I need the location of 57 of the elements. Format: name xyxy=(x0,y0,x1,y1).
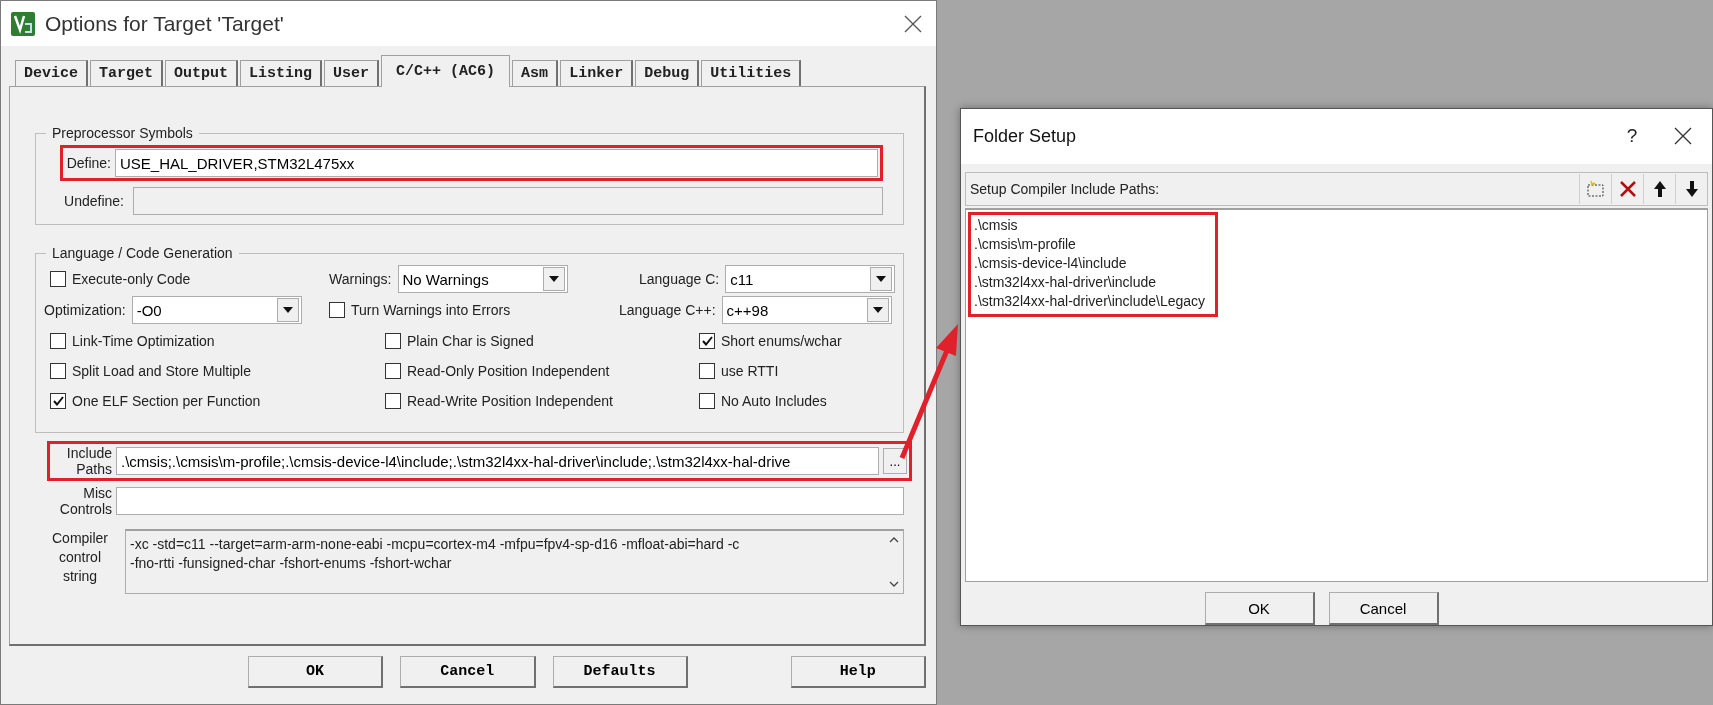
compiler-string-box[interactable]: -xc -std=c11 --target=arm-arm-none-eabi -mcpu=cortex-m4 -mfpu=fpv4-sp-d16 -mfloat-abi=hard -c -fno-rtti -funsigned-char -fshort-enums -fshort-wchar xyxy=(125,529,904,594)
group-title: Preprocessor Symbols xyxy=(51,125,194,141)
tab[interactable]: Device xyxy=(15,60,88,86)
dialog-button[interactable]: Cancel xyxy=(400,656,536,688)
group-title: Language / Code Generation xyxy=(51,245,234,261)
tab[interactable]: Output xyxy=(165,60,239,86)
dialog-button[interactable]: OK xyxy=(1204,592,1315,625)
checkbox-label: Execute-only Code xyxy=(72,271,191,287)
field-label: Misc Controls xyxy=(58,485,112,517)
dialog-button[interactable]: Help xyxy=(790,656,926,688)
dropdown-label: Language C++: xyxy=(619,302,716,318)
dropdown-label: Language C: xyxy=(639,271,720,287)
checkbox-label: Short enums/wchar xyxy=(721,332,842,349)
dropdown-label: Optimization: xyxy=(44,302,126,318)
include-paths-field[interactable]: .\cmsis;.\cmsis\m-profile;.\cmsis-device-l4\include;.\stm32l4xx-hal-driver\include;.\stm32l4xx-hal-drive xyxy=(116,447,879,475)
help-button[interactable]: ? xyxy=(1612,125,1652,148)
dialog-button[interactable]: Cancel xyxy=(1328,592,1439,625)
field-label: Define: xyxy=(65,155,111,171)
tab[interactable]: Debug xyxy=(635,60,700,86)
define-field[interactable]: USE_HAL_DRIVER,STM32L475xx xyxy=(115,149,878,177)
checkbox-label: Read-Write Position Independent xyxy=(407,392,613,409)
path-item[interactable]: .\cmsis\m-profile xyxy=(974,234,1206,254)
tab[interactable]: Linker xyxy=(560,60,634,86)
field-label: Include Paths xyxy=(65,445,112,477)
field-label: Compiler control string xyxy=(51,529,109,586)
path-item[interactable]: .\stm32l4xx-hal-driver\include\Legacy xyxy=(974,291,1206,311)
dropdown[interactable]: No Warnings xyxy=(397,265,568,293)
path-item[interactable]: .\cmsis-device-l4\include xyxy=(974,253,1206,273)
dropdown[interactable]: c11 xyxy=(725,265,896,293)
path-item[interactable]: .\cmsis xyxy=(974,215,1206,235)
checkbox-label: Turn Warnings into Errors xyxy=(351,302,511,318)
dialog-button[interactable]: OK xyxy=(248,656,384,688)
tab[interactable]: User xyxy=(324,60,380,86)
compiler-string-line: -xc -std=c11 --target=arm-arm-none-eabi -mcpu=cortex-m4 -mfpu=fpv4-sp-d16 -mfloat-abi=hard -c xyxy=(130,535,741,554)
tab[interactable]: Target xyxy=(90,60,164,86)
list-label: Setup Compiler Include Paths: xyxy=(970,180,1161,197)
browse-button[interactable]: ... xyxy=(883,448,907,474)
checkbox-label: Split Load and Store Multiple xyxy=(72,362,251,379)
tab[interactable]: C/C++ (AC6) xyxy=(381,55,511,87)
dropdown[interactable]: -O0 xyxy=(131,296,302,324)
field-label: Undefine: xyxy=(63,193,124,209)
compiler-string-line: -fno-rtti -funsigned-char -fshort-enums -fshort-wchar xyxy=(130,554,453,573)
checkbox-label: Link-Time Optimization xyxy=(72,332,215,349)
dropdown[interactable]: c++98 xyxy=(721,296,892,324)
checkbox-label: use RTTI xyxy=(721,362,779,379)
tab[interactable]: Utilities xyxy=(701,60,802,86)
tab[interactable]: Listing xyxy=(240,60,323,86)
checkbox-label: Read-Only Position Independent xyxy=(407,362,610,379)
window-title: Folder Setup xyxy=(973,125,1078,147)
tab[interactable]: Asm xyxy=(512,60,559,86)
dropdown-label: Warnings: xyxy=(329,271,392,287)
path-item[interactable]: .\stm32l4xx-hal-driver\include xyxy=(974,272,1206,292)
checkbox-label: Plain Char is Signed xyxy=(407,332,534,349)
dialog-button[interactable]: Defaults xyxy=(552,656,688,688)
checkbox-label: No Auto Includes xyxy=(721,392,827,409)
window-title: Options for Target 'Target' xyxy=(45,11,285,36)
checkbox-label: One ELF Section per Function xyxy=(72,392,261,409)
